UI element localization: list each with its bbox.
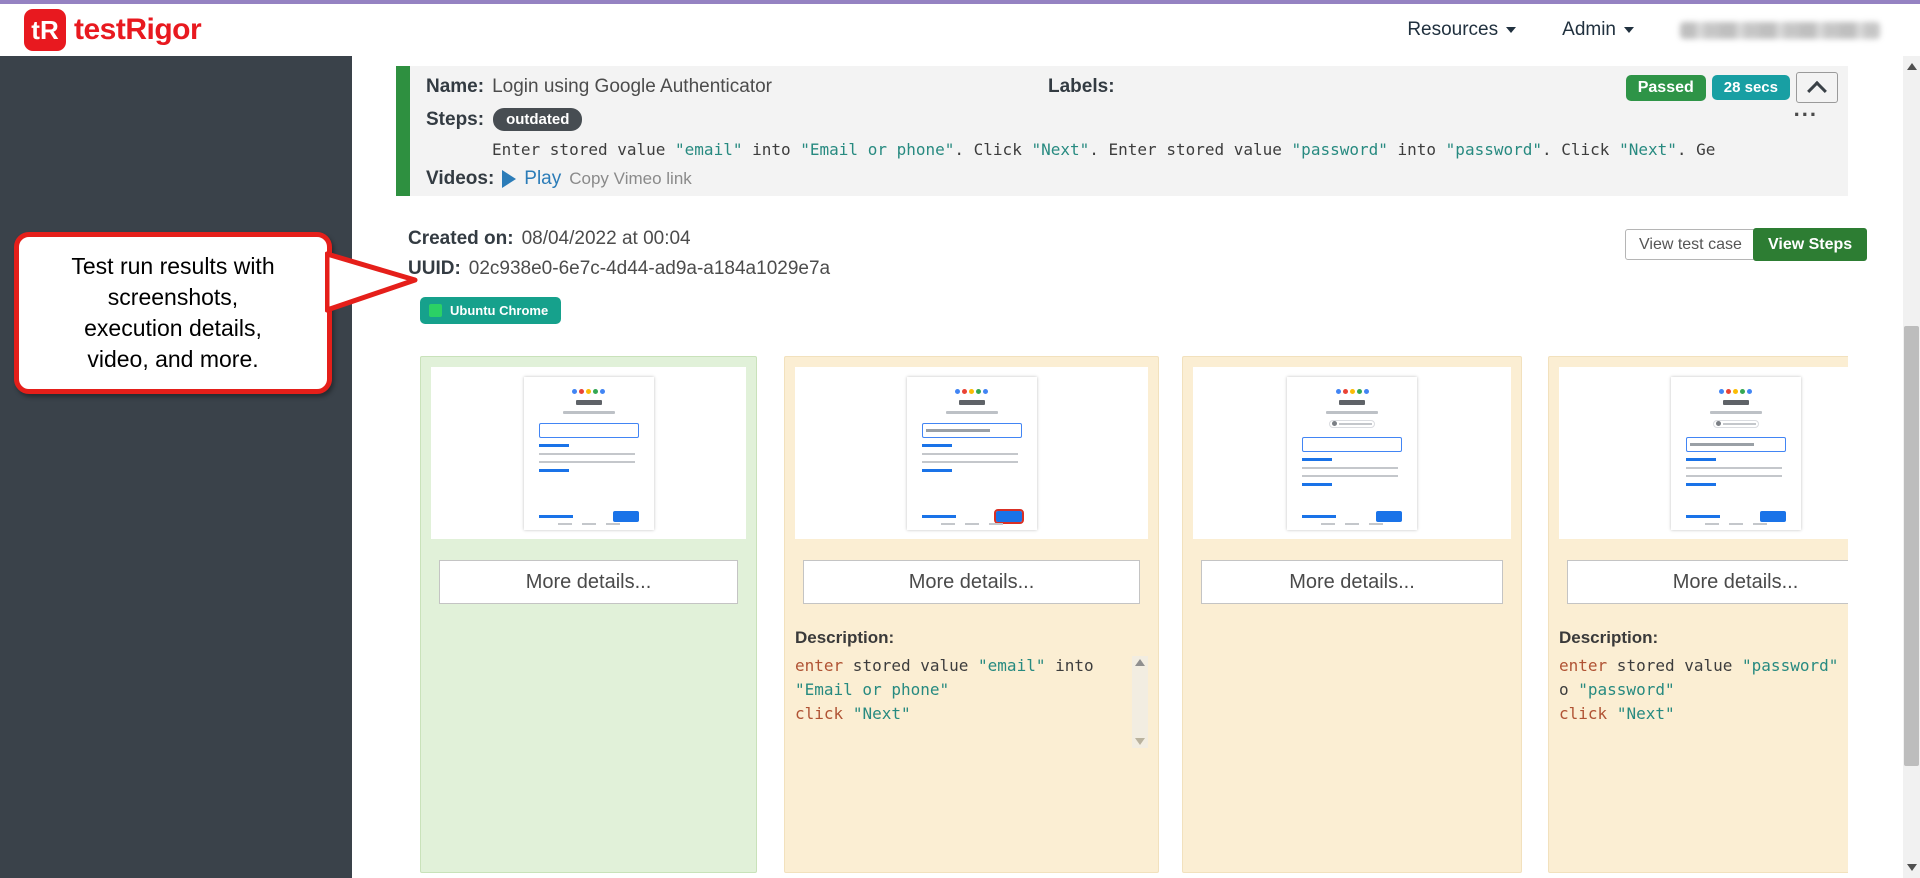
nav-admin[interactable]: Admin [1562, 19, 1634, 41]
scroll-up-icon [1135, 659, 1145, 666]
more-details-button[interactable]: More details... [803, 560, 1140, 604]
chevron-down-icon [1506, 27, 1516, 33]
steps-label: Steps: [426, 109, 484, 131]
environment-status-icon [429, 304, 442, 317]
step-card-3: More details... [1182, 356, 1522, 873]
videos-row: Videos: Play Copy Vimeo link [426, 168, 692, 190]
more-actions-ellipsis[interactable]: ... [1794, 96, 1818, 122]
description-label: Description: [1559, 628, 1848, 648]
screenshot-cards-strip: More details... More details... Descript… [352, 350, 1848, 878]
view-test-case-button[interactable]: View test case [1625, 229, 1756, 260]
callout-pointer [325, 244, 423, 322]
steps-row: Steps: outdated [426, 108, 582, 131]
main-nav: Resources Admin [1407, 19, 1920, 41]
name-label: Name: [426, 76, 484, 98]
videos-label: Videos: [426, 168, 494, 190]
top-navbar: tR testRigor Resources Admin [0, 0, 1920, 56]
test-name-value: Login using Google Authenticator [492, 76, 772, 98]
callout-line: execution details, [84, 313, 262, 344]
logo[interactable]: tR testRigor [24, 9, 201, 51]
scroll-down-icon [1907, 864, 1917, 871]
page-scrollbar[interactable] [1903, 56, 1920, 878]
step-description: Description: enter stored value "email" … [795, 628, 1148, 726]
nav-resources[interactable]: Resources [1407, 19, 1516, 41]
screenshot-thumbnail[interactable] [1559, 367, 1848, 539]
callout-line: video, and more. [87, 344, 258, 375]
screenshot-thumbnail[interactable] [1193, 367, 1511, 539]
name-row: Name: Login using Google Authenticator [426, 76, 772, 98]
description-scrollbar[interactable] [1132, 656, 1148, 748]
callout-line: Test run results with [71, 251, 274, 282]
scroll-down-icon [1135, 738, 1145, 745]
scrollbar-up-arrow[interactable] [1903, 58, 1920, 75]
scroll-up-icon [1907, 63, 1917, 70]
nav-admin-label: Admin [1562, 19, 1616, 41]
steps-code-line: Enter stored value "email" into "Email o… [492, 140, 1715, 159]
outdated-tag: outdated [493, 108, 582, 131]
more-details-button[interactable]: More details... [1567, 560, 1848, 604]
environment-badge: Ubuntu Chrome [420, 297, 561, 324]
app-window: tR testRigor Resources Admin Name: Login… [0, 0, 1920, 878]
annotation-callout: Test run results with screenshots, execu… [14, 232, 332, 394]
mini-browser-screenshot [907, 377, 1037, 530]
description-code: enter stored value "password" into "pass… [1559, 654, 1848, 726]
scrollbar-down-arrow[interactable] [1903, 859, 1920, 876]
uuid-row: UUID: 02c938e0-6e7c-4d44-ad9a-a184a1029e… [408, 258, 830, 280]
callout-line: screenshots, [108, 282, 238, 313]
created-on-value: 08/04/2022 at 00:04 [522, 228, 691, 250]
description-label: Description: [795, 628, 1148, 648]
step-card-4: More details... Description: enter store… [1548, 356, 1848, 873]
test-summary-panel: Name: Login using Google Authenticator L… [410, 66, 1848, 196]
user-name-blurred[interactable] [1680, 22, 1880, 39]
status-badge: Passed [1626, 75, 1706, 101]
logo-text: testRigor [74, 13, 201, 47]
description-code: enter stored value "email" into "Email o… [795, 654, 1122, 726]
duration-badge: 28 secs [1712, 75, 1790, 100]
environment-badge-label: Ubuntu Chrome [450, 303, 548, 318]
copy-vimeo-link[interactable]: Copy Vimeo link [569, 169, 692, 189]
more-details-button[interactable]: More details... [1201, 560, 1503, 604]
step-card-2: More details... Description: enter store… [784, 356, 1159, 873]
mini-browser-screenshot [1671, 377, 1801, 530]
screenshot-thumbnail[interactable] [795, 367, 1148, 539]
scrollbar-thumb[interactable] [1904, 326, 1919, 766]
logo-icon: tR [24, 9, 66, 51]
result-accent-bar [396, 66, 410, 196]
step-card-1: More details... [420, 356, 757, 873]
mini-browser-screenshot [524, 377, 654, 530]
sidebar [0, 56, 352, 878]
chevron-down-icon [1624, 27, 1634, 33]
screenshot-thumbnail[interactable] [431, 367, 746, 539]
more-details-button[interactable]: More details... [439, 560, 738, 604]
nav-resources-label: Resources [1407, 19, 1498, 41]
mini-browser-screenshot [1287, 377, 1417, 530]
step-description: Description: enter stored value "passwor… [1559, 628, 1848, 726]
labels-label: Labels: [1048, 76, 1115, 98]
play-link[interactable]: Play [524, 168, 561, 190]
uuid-value: 02c938e0-6e7c-4d44-ad9a-a184a1029e7a [469, 258, 830, 280]
play-icon [502, 170, 516, 188]
created-on-row: Created on: 08/04/2022 at 00:04 [408, 228, 691, 250]
view-steps-button[interactable]: View Steps [1753, 228, 1867, 261]
created-on-label: Created on: [408, 228, 514, 250]
